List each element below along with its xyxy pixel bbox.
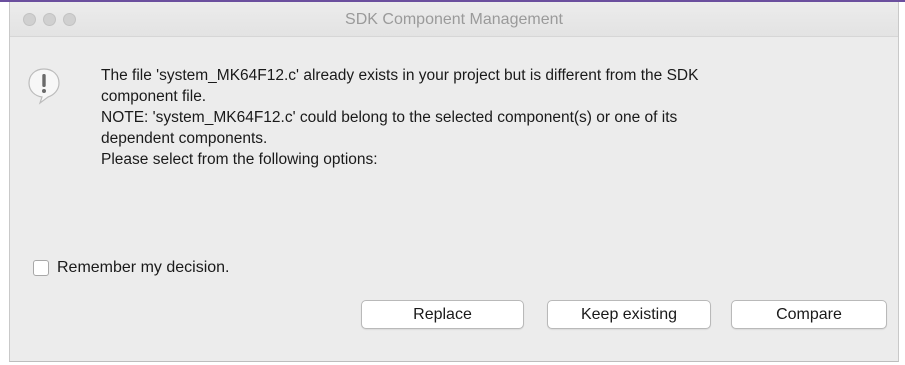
title-bar[interactable]: SDK Component Management [10, 2, 898, 37]
replace-button[interactable]: Replace [361, 300, 524, 329]
window-title: SDK Component Management [345, 11, 563, 28]
screenshot-frame: SDK Component Management The file 'syste… [0, 0, 905, 365]
remember-decision-label[interactable]: Remember my decision. [57, 259, 230, 277]
message-line: component file. [101, 88, 207, 105]
message-line: NOTE: 'system_MK64F12.c' could belong to… [101, 109, 678, 126]
keep-existing-button[interactable]: Keep existing [547, 300, 711, 329]
message-line: dependent components. [101, 130, 268, 147]
compare-button[interactable]: Compare [731, 300, 887, 329]
message-line: Please select from the following options… [101, 151, 378, 168]
remember-decision-checkbox[interactable] [33, 260, 49, 276]
dialog-window: SDK Component Management The file 'syste… [9, 2, 899, 362]
remember-decision-option[interactable]: Remember my decision. [33, 259, 230, 277]
dialog-message: The file 'system_MK64F12.c' already exis… [101, 65, 881, 170]
alert-icon [28, 68, 60, 105]
message-line: The file 'system_MK64F12.c' already exis… [101, 67, 699, 84]
